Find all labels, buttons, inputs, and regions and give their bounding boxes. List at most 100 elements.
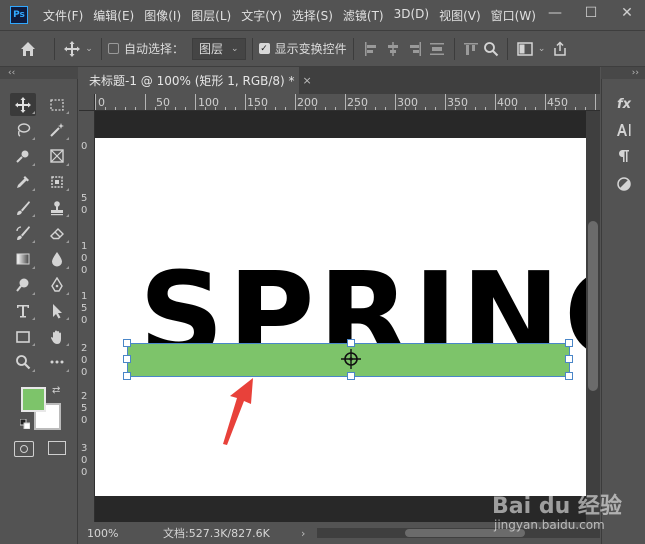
home-icon[interactable] — [8, 37, 48, 61]
move-tool[interactable] — [10, 93, 36, 116]
close-icon[interactable]: × — [303, 74, 312, 87]
ruler-tool[interactable] — [44, 170, 70, 193]
menu-file[interactable]: 文件(F) — [38, 7, 88, 24]
marquee-icon — [50, 98, 64, 111]
adjustments-icon[interactable] — [611, 173, 637, 195]
panel-collapse[interactable]: ›› — [601, 67, 645, 79]
auto-select-target-select[interactable]: 图层 ⌄ — [192, 37, 246, 60]
transform-handle[interactable] — [123, 355, 131, 363]
pen-tool[interactable] — [44, 274, 70, 297]
divider — [54, 37, 55, 60]
workspace-icon[interactable] — [514, 37, 536, 61]
ruler-tick — [335, 107, 336, 110]
ruler-origin[interactable] — [79, 94, 95, 111]
tools-panel: ⇄ — [0, 79, 78, 544]
menu-image[interactable]: 图像(I) — [139, 7, 186, 24]
search-icon[interactable] — [481, 37, 501, 61]
document-tab[interactable]: 未标题-1 @ 100% (矩形 1, RGB/8) * × — [79, 67, 312, 94]
vertical-scrollbar[interactable] — [586, 111, 600, 522]
lasso-tool[interactable] — [10, 119, 36, 142]
show-transform-checkbox[interactable]: ✓ — [258, 43, 270, 54]
zoom-level[interactable]: 100% — [87, 527, 147, 540]
distribute-icon[interactable] — [426, 37, 448, 61]
brush-icon — [17, 200, 30, 215]
eraser-icon — [50, 228, 64, 240]
crop-brush-tool[interactable] — [10, 145, 36, 168]
eyedropper-tool[interactable] — [10, 170, 36, 193]
quick-mask-button[interactable] — [14, 441, 34, 457]
zoom-tool[interactable] — [10, 351, 36, 374]
eraser-tool[interactable] — [44, 222, 70, 245]
menu-3d[interactable]: 3D(D) — [389, 7, 434, 24]
ruler-tick — [275, 107, 276, 110]
frame-tool[interactable] — [44, 145, 70, 168]
transform-handle[interactable] — [347, 339, 355, 347]
dodge-icon — [16, 278, 29, 292]
canvas-area[interactable]: SPRING — [95, 111, 586, 522]
transform-handle[interactable] — [565, 372, 573, 380]
transform-handle[interactable] — [123, 339, 131, 347]
gear-icon — [51, 176, 63, 188]
menu-edit[interactable]: 编辑(E) — [88, 7, 139, 24]
frame-icon — [50, 149, 64, 163]
magic-wand-tool[interactable] — [44, 119, 70, 142]
menu-view[interactable]: 视图(V) — [434, 7, 486, 24]
close-button[interactable]: ✕ — [609, 0, 645, 26]
screen-mode-button[interactable] — [48, 441, 66, 455]
marquee-tool[interactable] — [44, 93, 70, 116]
swap-colors-icon[interactable]: ⇄ — [52, 385, 60, 396]
share-icon[interactable] — [548, 37, 572, 61]
align-left-icon[interactable] — [360, 37, 382, 61]
gradient-tool[interactable] — [10, 248, 36, 271]
hand-tool[interactable] — [44, 325, 70, 348]
transform-handle[interactable] — [123, 372, 131, 380]
reference-point-icon[interactable] — [341, 349, 361, 369]
ruler-tick — [555, 107, 556, 110]
document-canvas[interactable]: SPRING — [95, 138, 586, 496]
blur-tool[interactable] — [44, 248, 70, 271]
path-select-tool[interactable] — [44, 299, 70, 322]
history-brush-tool[interactable] — [10, 222, 36, 245]
default-colors-icon[interactable] — [20, 419, 30, 429]
foreground-color[interactable] — [21, 387, 46, 412]
menu-select[interactable]: 选择(S) — [287, 7, 338, 24]
chevron-right-icon[interactable]: › — [301, 527, 305, 540]
brush-tool[interactable] — [10, 196, 36, 219]
move-tool-preset-icon[interactable] — [61, 37, 83, 61]
stamp-tool[interactable] — [44, 196, 70, 219]
menu-window[interactable]: 窗口(W) — [486, 7, 541, 24]
vertical-ruler[interactable]: 0 5 0 1 0 0 1 5 0 2 0 0 2 5 0 3 0 0 — [79, 111, 95, 522]
options-bar: ⌄ 自动选择： 图层 ⌄ ✓ 显示变换控件 ⌄ — [0, 30, 645, 67]
vertical-scroll-thumb[interactable] — [588, 221, 598, 391]
minimize-button[interactable]: — — [537, 0, 573, 26]
align-top-icon[interactable] — [461, 37, 481, 61]
move-icon — [15, 96, 31, 113]
transform-handle[interactable] — [565, 355, 573, 363]
toolbar-collapse[interactable]: ‹‹ — [0, 67, 78, 79]
rectangle-tool[interactable] — [10, 325, 36, 348]
menu-type[interactable]: 文字(Y) — [236, 7, 287, 24]
auto-select-checkbox[interactable] — [108, 43, 119, 54]
character-panel-icon[interactable] — [611, 119, 637, 141]
menu-layer[interactable]: 图层(L) — [186, 7, 236, 24]
fx-icon[interactable]: fx — [611, 93, 637, 115]
ruler-tick — [295, 94, 296, 110]
divider — [251, 37, 253, 60]
menu-items: 文件(F) 编辑(E) 图像(I) 图层(L) 文字(Y) 选择(S) 滤镜(T… — [38, 7, 541, 24]
horizontal-ruler[interactable]: 0 50 100 150 200 250 300 350 400 450 — [95, 94, 600, 111]
align-center-icon[interactable] — [382, 37, 404, 61]
menu-filter[interactable]: 滤镜(T) — [338, 7, 389, 24]
chevron-down-icon[interactable]: ⌄ — [83, 37, 95, 61]
transform-handle[interactable] — [347, 372, 355, 380]
ruler-label: 0 — [81, 205, 88, 216]
stamp-icon — [51, 200, 63, 215]
dodge-tool[interactable] — [10, 274, 36, 297]
align-right-icon[interactable] — [404, 37, 426, 61]
chevron-down-icon[interactable]: ⌄ — [536, 37, 548, 61]
paragraph-icon[interactable] — [611, 145, 637, 167]
more-tools[interactable] — [44, 351, 70, 374]
ruler-label: 0 — [81, 141, 88, 152]
maximize-button[interactable]: ☐ — [573, 0, 609, 26]
transform-handle[interactable] — [565, 339, 573, 347]
type-tool[interactable] — [10, 299, 36, 322]
